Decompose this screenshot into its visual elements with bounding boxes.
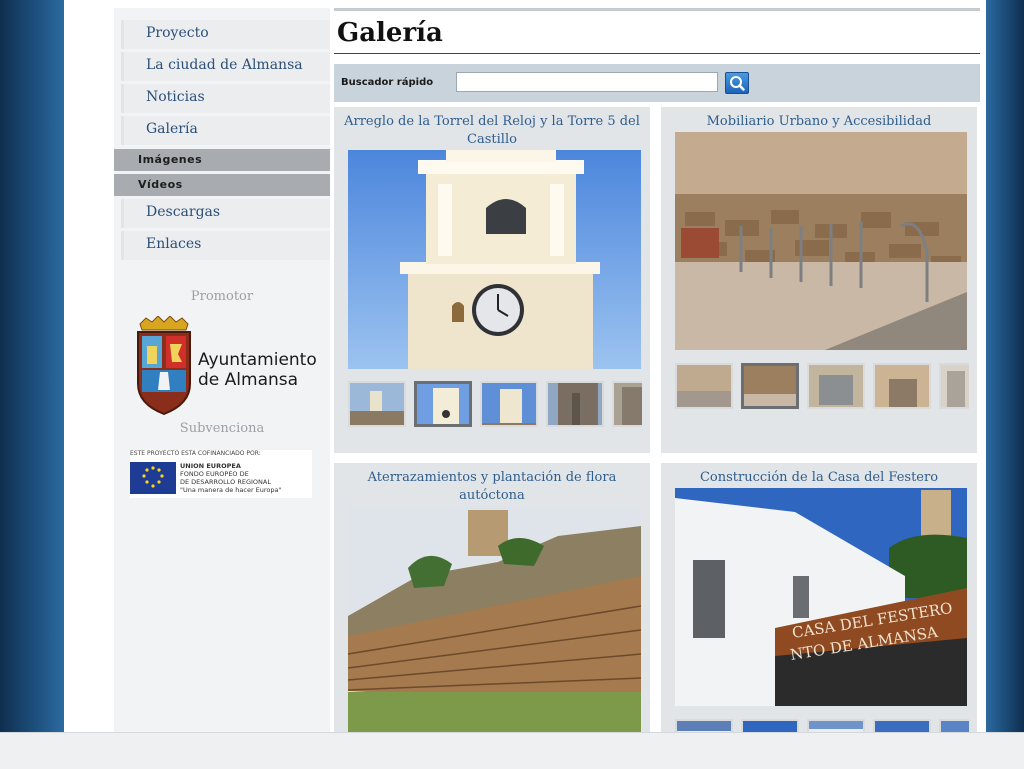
sidebar-subitem-label: Imágenes [138,153,203,166]
clock-tower-photo [348,150,641,369]
sidebar-item-ciudad[interactable]: La ciudad de Almansa [121,52,330,81]
thumbnail[interactable] [873,719,931,732]
page-title: Galería [337,18,443,48]
logo-text-line2: de Almansa [198,370,299,390]
gallery-photo[interactable]: CASA DEL FESTERO NTO DE ALMANSA [675,488,967,706]
window-bottom-bar [0,732,1024,769]
stone-wall-photo [348,506,641,732]
sidebar-item-label: La ciudad de Almansa [146,57,303,73]
gallery-photo[interactable] [348,150,641,369]
gallery-card-title: Mobiliario Urbano y Accesibilidad [706,114,932,129]
thumbnail-strip [675,719,969,732]
thumbnail[interactable] [546,381,604,427]
thumbnail[interactable] [807,719,865,732]
gallery-photo[interactable] [675,132,967,350]
sidebar-subitem-imagenes[interactable]: Imágenes [114,149,330,171]
sidebar: Proyecto La ciudad de Almansa Noticias G… [114,8,330,732]
sidebar-item-label: Noticias [146,89,205,105]
thumbnail[interactable] [939,363,969,409]
eu-line-1: UNION EUROPEA [180,462,241,470]
thumbnail[interactable] [348,381,406,427]
thumbnail[interactable] [612,381,642,427]
casa-festero-photo: CASA DEL FESTERO NTO DE ALMANSA [675,488,967,706]
thumbnail[interactable] [675,363,733,409]
sidebar-item-noticias[interactable]: Noticias [121,84,330,113]
main-content: Galería Buscador rápido Arreglo de la To… [334,8,980,732]
search-label: Buscador rápido [341,77,434,88]
thumbnail[interactable] [480,381,538,427]
sidebar-item-galeria[interactable]: Galería [121,116,330,145]
thumbnail[interactable] [741,719,799,732]
search-icon [730,76,745,91]
thumbnail[interactable] [741,363,799,409]
ayuntamiento-logo[interactable]: Ayuntamiento de Almansa [134,315,317,416]
eu-line-4: "Una manera de hacer Europa" [180,486,282,494]
search-bar: Buscador rápido [334,64,980,102]
thumbnail[interactable] [939,719,969,732]
sidebar-item-label: Galería [146,121,198,137]
thumbnail[interactable] [873,363,931,409]
sidebar-item-descargas[interactable]: Descargas [121,199,330,228]
sidebar-item-label: Descargas [146,204,221,220]
sidebar-item-label: Enlaces [146,236,202,252]
left-side-band [0,0,64,732]
sidebar-item-proyecto[interactable]: Proyecto [121,20,330,49]
gallery-card-torre-reloj[interactable]: Arreglo de la Torrel del Reloj y la Torr… [334,107,650,453]
sidebar-subitem-label: Vídeos [138,178,183,191]
thumbnail[interactable] [414,381,472,427]
sidebar-item-label: Proyecto [146,25,209,41]
right-side-band [986,0,1024,732]
search-input[interactable] [456,72,718,92]
search-button[interactable] [725,72,749,94]
gallery-card-title: Aterrazamientos y plantación de flora au… [367,470,617,503]
sidebar-subitem-videos[interactable]: Vídeos [114,174,330,196]
gallery-card-title: Construcción de la Casa del Festero [699,470,939,485]
gallery-card-casa-festero[interactable]: Construcción de la Casa del Festero CASA… [661,463,977,732]
thumbnail-strip [675,363,969,411]
thumbnail-strip [348,381,642,429]
gallery-card-aterrazamientos[interactable]: Aterrazamientos y plantación de flora au… [334,463,650,732]
sidebar-item-enlaces[interactable]: Enlaces [121,231,330,260]
thumbnail[interactable] [675,719,733,732]
subvenciona-label: Subvenciona [179,421,265,436]
coat-of-arms-icon [137,315,191,416]
gallery-photo[interactable] [348,506,641,732]
eu-caption: ESTE PROYECTO ESTA COFINANCIADO POR: [130,450,261,457]
street-furniture-photo [675,132,967,350]
eu-flag-icon [130,462,176,494]
eu-line-3: DE DESARROLLO REGIONAL [180,478,271,486]
gallery-card-title: Arreglo de la Torrel del Reloj y la Torr… [344,114,640,147]
thumbnail[interactable] [807,363,865,409]
title-bar: Galería [334,8,980,54]
promotor-label: Promotor [190,289,254,304]
logo-text-line1: Ayuntamiento [198,350,317,370]
eu-line-2: FONDO EUROPEO DE [180,470,249,478]
eu-funding-badge[interactable]: ESTE PROYECTO ESTA COFINANCIADO POR: UNI… [130,450,312,498]
gallery-card-mobiliario[interactable]: Mobiliario Urbano y Accesibilidad [661,107,977,453]
